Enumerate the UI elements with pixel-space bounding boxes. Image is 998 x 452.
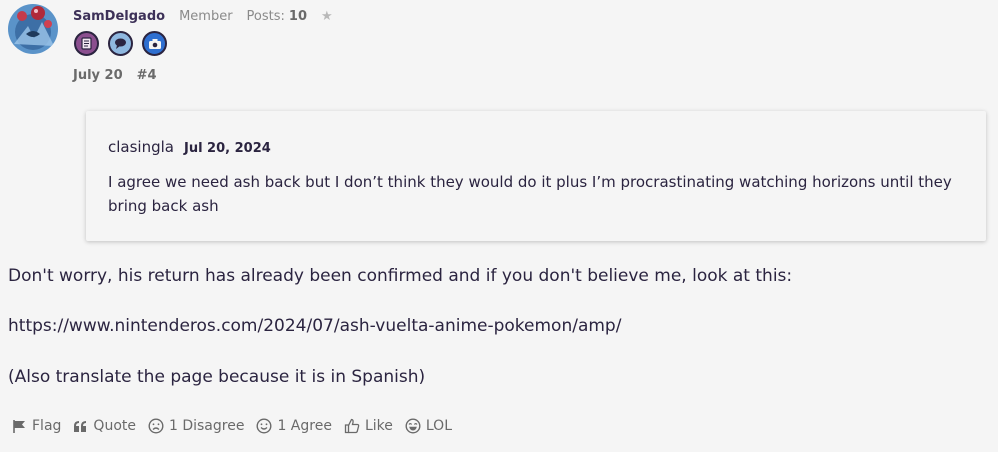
like-label: Like bbox=[364, 418, 393, 434]
flag-button[interactable]: Flag bbox=[12, 418, 61, 434]
message-text: Don't worry, his return has already been… bbox=[8, 266, 793, 286]
notebook-badge-icon[interactable] bbox=[74, 31, 99, 56]
user-role: Member bbox=[179, 9, 233, 24]
quote-date[interactable]: Jul 20, 2024 bbox=[184, 141, 271, 156]
post-date[interactable]: July 20 bbox=[73, 68, 123, 83]
username[interactable]: SamDelgado bbox=[73, 9, 165, 24]
frown-icon bbox=[148, 418, 164, 434]
laugh-icon bbox=[405, 418, 421, 434]
message-note: (Also translate the page because it is i… bbox=[8, 367, 426, 387]
star-icon[interactable]: ★ bbox=[321, 9, 333, 24]
quote-button[interactable]: Quote bbox=[73, 418, 136, 434]
avatar[interactable] bbox=[8, 4, 58, 54]
user-badges bbox=[74, 31, 167, 56]
disagree-button[interactable]: 1 Disagree bbox=[148, 418, 244, 434]
lol-label: LOL bbox=[425, 418, 452, 434]
quote-label: Quote bbox=[93, 418, 136, 434]
quote-icon bbox=[74, 420, 87, 432]
quote-block: clasingla Jul 20, 2024 I agree we need a… bbox=[86, 111, 986, 241]
posts-count: 10 bbox=[288, 9, 307, 24]
agree-label: 1 Agree bbox=[277, 418, 332, 434]
flag-icon bbox=[13, 419, 25, 433]
posts-label: Posts: bbox=[246, 9, 285, 24]
speech-bubble-badge-icon[interactable] bbox=[108, 31, 133, 56]
quote-author[interactable]: clasingla bbox=[108, 138, 174, 156]
thumbs-up-icon bbox=[344, 418, 360, 434]
post-meta: July 20 #4 bbox=[73, 68, 157, 83]
agree-button[interactable]: 1 Agree bbox=[256, 418, 332, 434]
quote-text: I agree we need ash back but I don’t thi… bbox=[108, 173, 952, 215]
like-button[interactable]: Like bbox=[344, 418, 393, 434]
author-line: SamDelgado Member Posts: 10 ★ bbox=[73, 9, 333, 24]
post-actions: Flag Quote 1 Disagree 1 Agree Like LOL bbox=[12, 418, 452, 434]
lol-button[interactable]: LOL bbox=[405, 418, 452, 434]
camera-badge-icon[interactable] bbox=[142, 31, 167, 56]
quote-header: clasingla Jul 20, 2024 bbox=[108, 138, 271, 156]
forum-post: SamDelgado Member Posts: 10 ★ July 20 #4… bbox=[0, 0, 998, 452]
disagree-label: 1 Disagree bbox=[168, 418, 245, 434]
smile-icon bbox=[256, 418, 272, 434]
flag-label: Flag bbox=[32, 418, 62, 434]
post-number[interactable]: #4 bbox=[137, 68, 157, 83]
message-link[interactable]: https://www.nintenderos.com/2024/07/ash-… bbox=[8, 316, 621, 336]
